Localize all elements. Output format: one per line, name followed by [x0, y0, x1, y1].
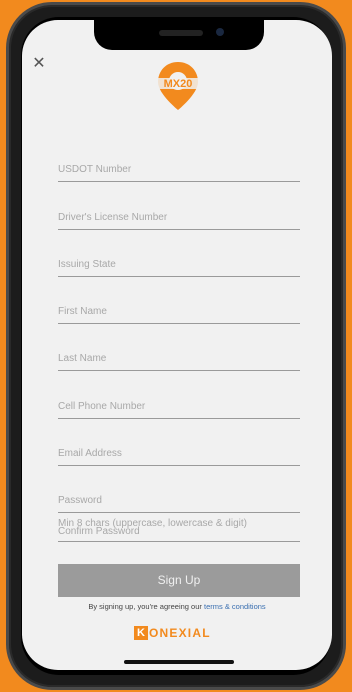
home-indicator[interactable] [124, 660, 234, 664]
terms-prefix: By signing up, you're agreeing our [88, 602, 204, 611]
signup-form [58, 135, 300, 514]
terms-notice: By signing up, you're agreeing our terms… [22, 602, 332, 611]
usdot-input[interactable] [58, 164, 300, 176]
brand-wordmark: ONEXIAL [149, 626, 211, 640]
phone-notch [94, 20, 264, 50]
terms-link[interactable]: terms & conditions [204, 602, 266, 611]
last-name-field [58, 324, 300, 372]
brand-k-mark: K [134, 626, 148, 640]
front-camera [216, 28, 224, 36]
first-name-field [58, 277, 300, 325]
usdot-field [58, 135, 300, 183]
app-screen: ✕ MX20 Min [22, 20, 332, 670]
confirm-password-field [58, 526, 300, 542]
confirm-password-input[interactable] [58, 526, 300, 537]
cell-phone-input[interactable] [58, 400, 300, 412]
sign-up-button[interactable]: Sign Up [58, 564, 300, 597]
cell-phone-field [58, 371, 300, 419]
close-icon[interactable]: ✕ [30, 54, 48, 72]
speaker-grille [159, 30, 203, 36]
drivers-license-field [58, 182, 300, 230]
drivers-license-input[interactable] [58, 211, 300, 223]
issuing-state-input[interactable] [58, 258, 300, 270]
first-name-input[interactable] [58, 306, 300, 318]
issuing-state-field [58, 230, 300, 277]
password-field [58, 466, 300, 514]
logo-text: MX20 [164, 78, 193, 90]
email-input[interactable] [58, 448, 300, 460]
email-field [58, 419, 300, 467]
last-name-input[interactable] [58, 353, 300, 365]
mx20-logo: MX20 [152, 60, 204, 112]
password-input[interactable] [58, 495, 300, 507]
konexial-logo: K ONEXIAL [134, 625, 211, 641]
